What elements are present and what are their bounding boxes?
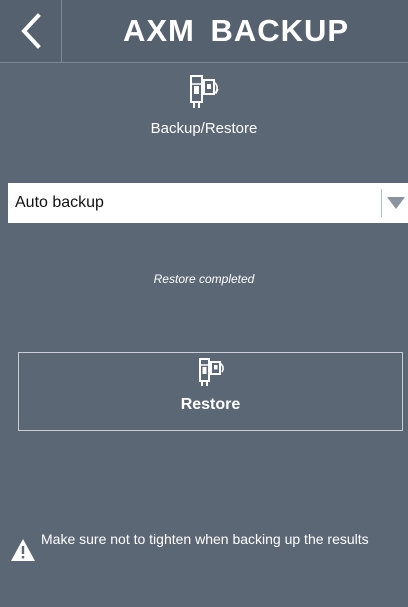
restore-button[interactable]: Restore [18, 352, 403, 431]
warning-triangle-icon [11, 539, 35, 561]
warning-notice: Make sure not to tighten when backing up… [10, 530, 405, 574]
select-divider [381, 189, 382, 217]
backup-mode-select[interactable]: Auto backup [8, 183, 408, 223]
restore-device-icon [198, 358, 224, 386]
backup-restore-section: Backup/Restore [0, 74, 408, 137]
backup-mode-value: Auto backup [15, 194, 104, 211]
header-bar: AXM BACKUP [0, 0, 408, 63]
restore-button-label: Restore [180, 396, 241, 413]
back-button[interactable] [0, 0, 62, 62]
status-message: Restore completed [153, 272, 255, 286]
chevron-left-icon [20, 13, 41, 49]
triangle-down-icon[interactable] [386, 195, 406, 211]
page-title: AXM BACKUP [122, 13, 350, 48]
backup-restore-label: Backup/Restore [150, 120, 258, 137]
app-screen: AXM BACKUP Backup/Restore Auto backup Re… [0, 0, 408, 607]
backup-restore-device-icon [190, 75, 219, 108]
warning-text: Make sure not to tighten when backing up… [41, 531, 369, 547]
